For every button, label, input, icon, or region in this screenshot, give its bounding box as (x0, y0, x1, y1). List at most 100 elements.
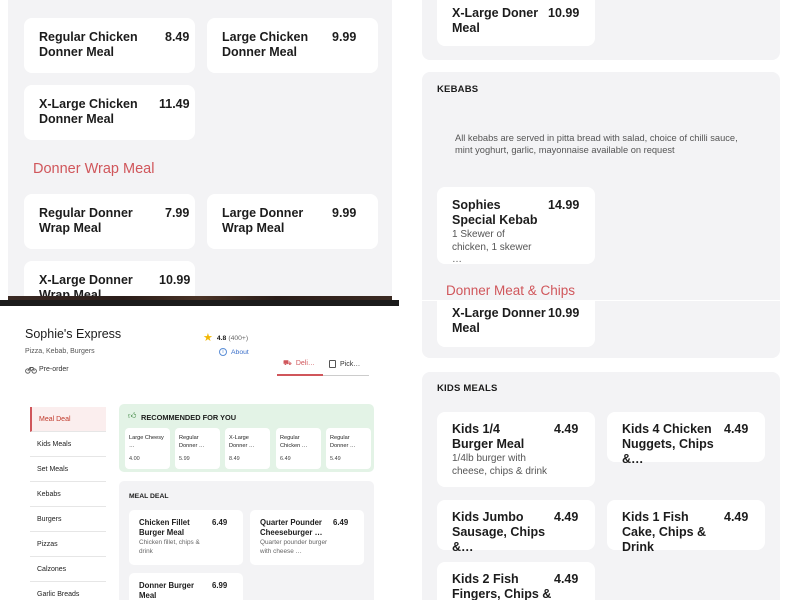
item-name: Regular Donner … (179, 435, 205, 449)
menu-item-card[interactable]: Large Chicken Donner Meal 9.99 (207, 18, 378, 73)
star-icon: ★ (203, 332, 213, 344)
thumbs-up-icon: 👍︎ (128, 411, 137, 420)
info-icon: i (219, 348, 227, 356)
recommended-title: RECOMMENDED FOR YOU (141, 413, 237, 422)
item-price: 8.49 (229, 456, 240, 462)
item-price: 4.49 (724, 422, 749, 436)
menu-item-card[interactable]: X-Large Chicken Donner Meal 11.49 (24, 85, 195, 140)
item-price: 4.49 (554, 422, 579, 436)
item-name: X-Large Donner Meal (452, 306, 546, 335)
menu-item-card[interactable]: Kids Jumbo Sausage, Chips &… 4.49 (437, 500, 595, 554)
section-title: Donner Meat & Chips (446, 283, 576, 298)
item-description: 1/4lb burger with cheese, chips & drink (452, 453, 548, 477)
item-name: Regular Donner Wrap Meal (39, 206, 133, 235)
item-name: Regular Donner … (330, 435, 356, 449)
menu-item-card[interactable]: Kids 1/4 Burger Meal 4.49 1/4lb burger w… (437, 412, 595, 487)
sidebar-item-pizzas[interactable]: Pizzas (30, 532, 106, 557)
sidebar-item-set-meals[interactable]: Set Meals (30, 457, 106, 482)
item-name: Kids 2 Fish Fingers, Chips & … (452, 572, 552, 600)
recommended-card[interactable]: X-Large Donner … 8.49 (225, 428, 270, 469)
rating-value: 4.8 (216, 334, 227, 342)
tab-delivery[interactable]: ⛟ Deli… (277, 353, 323, 376)
top-left-menu-panel: Regular Chicken Donner Meal 8.49 Large C… (8, 0, 392, 302)
sidebar-item-kebabs[interactable]: Kebabs (30, 482, 106, 507)
item-price: 14.99 (548, 198, 580, 212)
item-price: 8.49 (165, 30, 190, 44)
section-note: All kebabs are served in pitta bread wit… (455, 133, 738, 155)
item-name: X-Large Doner Meal (452, 6, 539, 35)
item-price: 6.49 (333, 518, 349, 527)
item-name: Kids 4 Chicken Nuggets, Chips &… (622, 422, 714, 466)
item-price: 4.49 (554, 572, 579, 586)
recommended-card[interactable]: Regular Chicken … 6.49 (276, 428, 321, 469)
section-heading: KEBABS (437, 84, 479, 95)
section-heading: KIDS MEALS (437, 383, 498, 394)
sidebar-item-kids-meals[interactable]: Kids Meals (30, 432, 106, 457)
restaurant-app: Sophie's Express Pizza, Kebab, Burgers P… (0, 306, 399, 600)
item-name: Regular Chicken … (280, 435, 308, 449)
sidebar-item-garlic-breads[interactable]: Garlic Breads (30, 582, 106, 600)
menu-item-card[interactable]: Quarter Pounder Cheeseburger … 6.49 Quar… (250, 510, 364, 565)
menu-item-card[interactable]: X-Large Donner Meal 10.99 (437, 301, 595, 347)
section-heading: MEAL DEAL (129, 493, 169, 500)
item-price: 5.99 (179, 456, 190, 462)
kebabs-section: KEBABS All kebabs are served in pitta br… (422, 72, 780, 358)
menu-item-card[interactable]: Kids 4 Chicken Nuggets, Chips &… 4.49 (607, 412, 765, 466)
tab-pickup[interactable]: Pick… (323, 353, 369, 376)
meal-section-box: X-Large Doner Meal 10.99 (422, 0, 780, 60)
item-description: 1 Skewer of chicken, 1 skewer … (452, 229, 532, 265)
menu-item-card[interactable]: Donner Burger Meal 6.99 (129, 573, 243, 600)
sidebar-item-meal-deal[interactable]: Meal Deal (30, 407, 106, 432)
kids-meals-section: KIDS MEALS Kids 1/4 Burger Meal 4.49 1/4… (422, 372, 780, 600)
section-title: Donner Wrap Meal (33, 161, 155, 177)
item-price: 11.49 (159, 97, 190, 111)
item-price: 4.49 (724, 510, 749, 524)
item-price: 6.99 (212, 581, 228, 590)
menu-item-card[interactable]: Regular Donner Wrap Meal 7.99 (24, 194, 195, 249)
item-price: 7.99 (165, 206, 190, 220)
recommended-card[interactable]: Regular Donner … 5.49 (326, 428, 371, 469)
tab-label: Pick… (340, 360, 361, 368)
menu-item-card[interactable]: X-Large Doner Meal 10.99 (437, 0, 595, 46)
preorder-label: Pre-order (39, 365, 69, 373)
item-price: 9.99 (332, 206, 357, 220)
item-price: 10.99 (159, 273, 191, 287)
meal-deal-section: MEAL DEAL Chicken Fillet Burger Meal 6.4… (119, 481, 374, 600)
item-price: 9.99 (332, 30, 357, 44)
bike-icon (25, 366, 37, 374)
menu-item-card[interactable]: Large Donner Wrap Meal 9.99 (207, 194, 378, 249)
item-name: Donner Burger Meal (139, 581, 195, 600)
restaurant-title: Sophie's Express (25, 327, 122, 341)
item-price: 4.00 (129, 456, 140, 462)
bag-icon (329, 360, 336, 368)
item-name: Kids 1 Fish Cake, Chips & Drink (622, 510, 707, 554)
item-name: Kids 1/4 Burger Meal (452, 422, 525, 451)
item-description: Chicken fillet, chips & drink (139, 539, 200, 555)
item-name: X-Large Chicken Donner Meal (39, 97, 138, 126)
menu-item-card[interactable]: Kids 2 Fish Fingers, Chips & … 4.49 (437, 562, 595, 600)
right-menu-panel: X-Large Doner Meal 10.99 KEBABS All keba… (422, 0, 780, 600)
item-name: Large Donner Wrap Meal (222, 206, 304, 235)
item-price: 5.49 (330, 456, 341, 462)
item-description: Quarter pounder burger with cheese … (260, 539, 328, 555)
recommended-card[interactable]: Regular Donner … 5.99 (175, 428, 220, 469)
item-name: Quarter Pounder Cheeseburger … (260, 518, 323, 537)
menu-item-card[interactable]: Sophies Special Kebab 14.99 1 Skewer of … (437, 187, 595, 265)
about-label: About (231, 348, 249, 356)
menu-item-card[interactable]: Chicken Fillet Burger Meal 6.49 Chicken … (129, 510, 243, 565)
item-price: 6.49 (212, 518, 228, 527)
item-price: 10.99 (548, 306, 580, 320)
item-name: Chicken Fillet Burger Meal (139, 518, 190, 537)
preorder-badge[interactable]: Pre-order (25, 364, 69, 374)
sidebar-item-burgers[interactable]: Burgers (30, 507, 106, 532)
recommended-card[interactable]: Large Cheesy … 4.00 (125, 428, 170, 469)
item-name: Sophies Special Kebab (452, 198, 538, 227)
item-name: Large Chicken Donner Meal (222, 30, 309, 59)
rating[interactable]: ★ 4.8 (400+) (203, 332, 248, 344)
item-price: 6.49 (280, 456, 291, 462)
item-name: Kids Jumbo Sausage, Chips &… (452, 510, 546, 554)
about-link[interactable]: i About (219, 348, 249, 356)
menu-item-card[interactable]: Kids 1 Fish Cake, Chips & Drink 4.49 (607, 500, 765, 554)
sidebar-item-calzones[interactable]: Calzones (30, 557, 106, 582)
menu-item-card[interactable]: Regular Chicken Donner Meal 8.49 (24, 18, 195, 73)
